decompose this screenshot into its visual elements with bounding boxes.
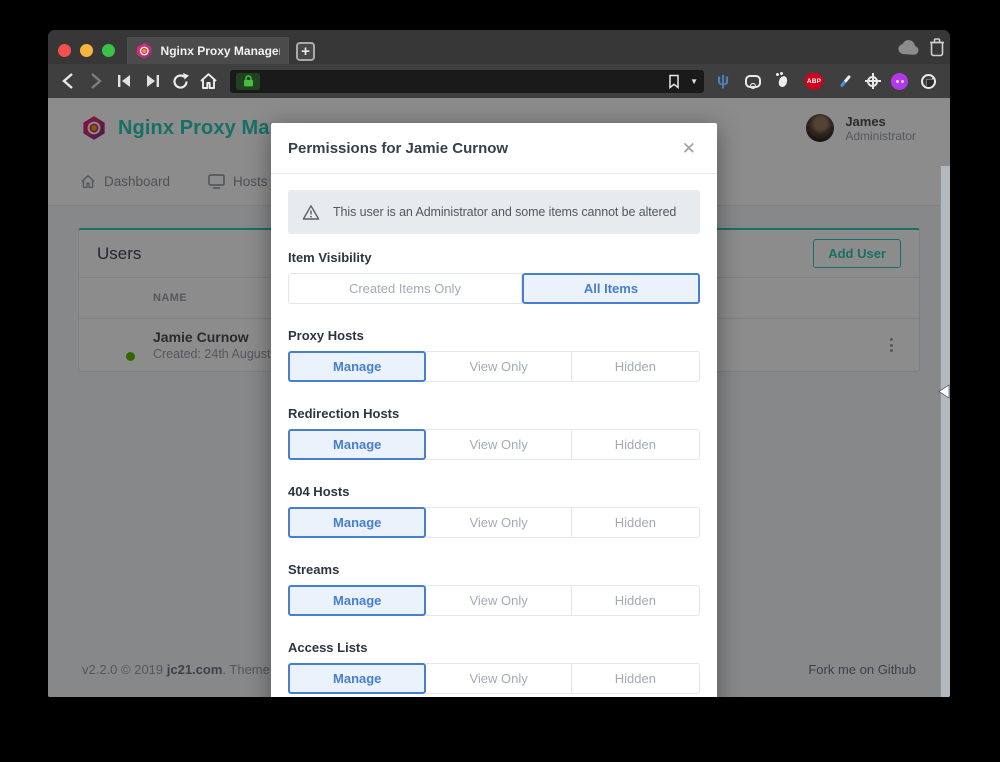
bookmark-icon[interactable]: [668, 74, 680, 89]
minimize-window-button[interactable]: [80, 44, 93, 57]
permission-group: ManageView OnlyHidden: [288, 663, 700, 694]
home-button[interactable]: [197, 72, 219, 90]
option-hidden[interactable]: Hidden: [572, 507, 700, 538]
goggles-extension-icon[interactable]: [745, 75, 761, 88]
option-view-only[interactable]: View Only: [426, 585, 571, 616]
option-manage[interactable]: Manage: [288, 507, 426, 538]
purple-mask-extension-icon[interactable]: [891, 73, 908, 90]
option-manage[interactable]: Manage: [288, 351, 426, 382]
permission-group: ManageView OnlyHidden: [288, 585, 700, 616]
browser-titlebar: Nginx Proxy Manager +: [48, 30, 950, 64]
permission-label-proxy-hosts: Proxy Hosts: [288, 328, 700, 343]
option-view-only[interactable]: View Only: [426, 351, 571, 382]
tab-title: Nginx Proxy Manager: [161, 44, 280, 58]
browser-toolbar: ▼ ψ ABP: [48, 64, 950, 98]
skip-back-button[interactable]: [113, 74, 135, 88]
permission-label-404-hosts: 404 Hosts: [288, 484, 700, 499]
extension-icons: ψ ABP: [714, 72, 936, 90]
close-window-button[interactable]: [58, 44, 71, 57]
option-hidden[interactable]: Hidden: [572, 351, 700, 382]
power-toggle-extension-icon[interactable]: [921, 74, 936, 89]
permission-label-item-visibility: Item Visibility: [288, 250, 700, 265]
browser-window: Nginx Proxy Manager +: [48, 30, 950, 697]
traffic-lights: [58, 44, 115, 57]
mouse-cursor: [938, 384, 950, 399]
permission-label-streams: Streams: [288, 562, 700, 577]
cloud-icon[interactable]: [897, 40, 920, 55]
color-picker-extension-icon[interactable]: [836, 72, 854, 90]
option-manage[interactable]: Manage: [288, 429, 426, 460]
modal-title: Permissions for Jamie Curnow: [288, 140, 508, 157]
permission-group: ManageView OnlyHidden: [288, 429, 700, 460]
back-button[interactable]: [57, 72, 79, 90]
option-view-only[interactable]: View Only: [426, 507, 571, 538]
option-manage[interactable]: Manage: [288, 663, 426, 694]
new-tab-button[interactable]: +: [296, 42, 315, 61]
page-scrollbar[interactable]: [940, 166, 950, 697]
zoom-window-button[interactable]: [102, 44, 115, 57]
permissions-modal: Permissions for Jamie Curnow ✕ This user…: [271, 123, 717, 697]
reload-button[interactable]: [169, 72, 191, 91]
adblock-plus-extension-icon[interactable]: ABP: [805, 73, 823, 90]
permission-group: Created Items OnlyAll Items: [288, 273, 700, 304]
browser-tab[interactable]: Nginx Proxy Manager: [127, 37, 289, 64]
warning-triangle-icon: [302, 204, 320, 221]
option-view-only[interactable]: View Only: [426, 429, 571, 460]
skip-forward-button[interactable]: [141, 74, 163, 88]
gnome-foot-extension-icon[interactable]: [774, 72, 792, 90]
permission-group: ManageView OnlyHidden: [288, 351, 700, 382]
option-hidden[interactable]: Hidden: [572, 429, 700, 460]
url-bar[interactable]: ▼: [230, 70, 704, 93]
npm-favicon-icon: [136, 42, 153, 60]
option-created-items-only[interactable]: Created Items Only: [288, 273, 522, 304]
forward-button[interactable]: [85, 72, 107, 90]
admin-alert-text: This user is an Administrator and some i…: [333, 205, 676, 219]
proxy-fork-extension-icon[interactable]: ψ: [714, 72, 732, 90]
trash-icon[interactable]: [929, 37, 945, 57]
https-lock-badge[interactable]: [236, 73, 260, 90]
option-hidden[interactable]: Hidden: [572, 663, 700, 694]
permission-label-redirection-hosts: Redirection Hosts: [288, 406, 700, 421]
permission-label-access-lists: Access Lists: [288, 640, 700, 655]
permission-group: ManageView OnlyHidden: [288, 507, 700, 538]
option-manage[interactable]: Manage: [288, 585, 426, 616]
option-all-items[interactable]: All Items: [522, 273, 700, 304]
modal-close-button[interactable]: ✕: [678, 138, 700, 159]
admin-alert: This user is an Administrator and some i…: [288, 190, 700, 234]
option-view-only[interactable]: View Only: [426, 663, 571, 694]
option-hidden[interactable]: Hidden: [572, 585, 700, 616]
browser-viewport: Nginx Proxy Manager James Administrator …: [48, 98, 950, 697]
lock-icon: [243, 75, 254, 87]
gear-extension-icon[interactable]: [867, 76, 878, 87]
bookmarks-dropdown-caret[interactable]: ▼: [690, 77, 698, 86]
